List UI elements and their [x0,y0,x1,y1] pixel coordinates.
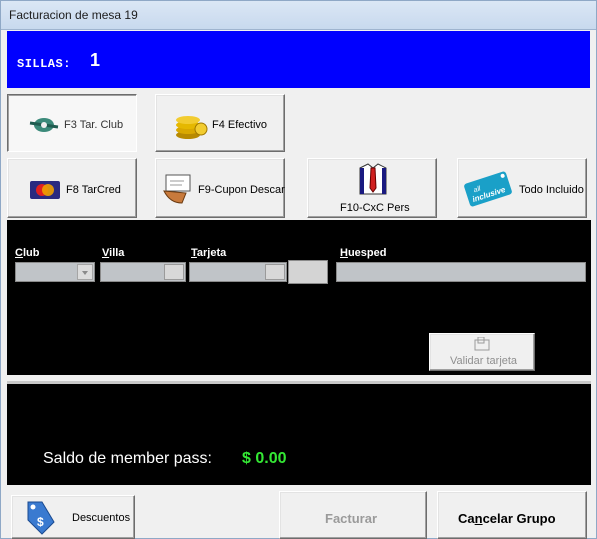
f4-label: F4 Efectivo [212,119,268,131]
sillas-label: SILLAS: [17,57,71,71]
saldo-label: Saldo de member pass: [43,450,212,467]
tarjeta-lookup-icon[interactable] [265,264,285,280]
validar-label: Validar tarjeta [450,355,518,367]
chevron-down-icon[interactable] [77,264,93,280]
todo-label: Todo Incluido [519,184,584,196]
credit-card-icon [30,181,60,199]
sillas-header: SILLAS: 1 [7,31,590,88]
all-inclusive-tag-icon: all inclusive [464,171,512,207]
window-title: Facturacion de mesa 19 [9,8,138,22]
price-tag-icon: $ [27,501,55,535]
f9-cupon-button[interactable]: F9-Cupon Descar [155,158,285,218]
f9-label: F9-Cupon Descar [198,184,285,196]
card-entry-panel: Club Villa Tarjeta Huesped Validar tarje… [7,220,591,375]
villa-label: Villa [102,247,125,259]
shirt-tie-icon [359,163,387,195]
balance-panel: Saldo de member pass: $ 0.00 [7,381,591,485]
f8-label: F8 TarCred [66,184,121,196]
todo-incluido-button[interactable]: all inclusive Todo Incluido [457,158,587,218]
facturar-label: Facturar [325,511,378,526]
f10-label: F10-CxC Pers [340,202,410,214]
tarjeta-extra-box[interactable] [288,260,328,284]
villa-lookup-icon[interactable] [164,264,184,280]
f3-tar-club-button[interactable]: F3 Tar. Club [7,94,137,152]
club-select[interactable] [15,262,95,282]
huesped-field[interactable] [336,262,586,282]
f8-tarcred-button[interactable]: F8 TarCred [7,158,137,218]
huesped-label: Huesped [340,247,387,259]
svg-text:$: $ [37,515,44,529]
saldo-value: $ 0.00 [242,450,287,467]
validar-tarjeta-button[interactable]: Validar tarjeta [429,333,535,371]
card-reader-icon [474,337,490,351]
billing-window: Facturacion de mesa 19 SILLAS: 1 F3 Tar.… [0,0,597,539]
coins-icon [176,116,208,139]
title-bar[interactable]: Facturacion de mesa 19 [1,1,596,30]
f4-efectivo-button[interactable]: F4 Efectivo [155,94,285,152]
villa-field[interactable] [100,262,186,282]
club-card-icon [29,118,59,132]
cancelar-label: Cancelar Grupo [458,511,556,526]
tarjeta-label: Tarjeta [191,247,227,259]
cancelar-grupo-button[interactable]: Cancelar Grupo [437,491,587,539]
f10-cxc-button[interactable]: F10-CxC Pers [307,158,437,218]
descuentos-label: Descuentos [72,512,131,524]
facturar-button[interactable]: Facturar [279,491,427,539]
club-label: Club [15,247,40,259]
tarjeta-field[interactable] [189,262,287,282]
coupon-hand-icon [163,174,191,204]
descuentos-button[interactable]: $ Descuentos [11,495,135,539]
f3-label: F3 Tar. Club [64,119,124,131]
sillas-value: 1 [90,50,101,70]
